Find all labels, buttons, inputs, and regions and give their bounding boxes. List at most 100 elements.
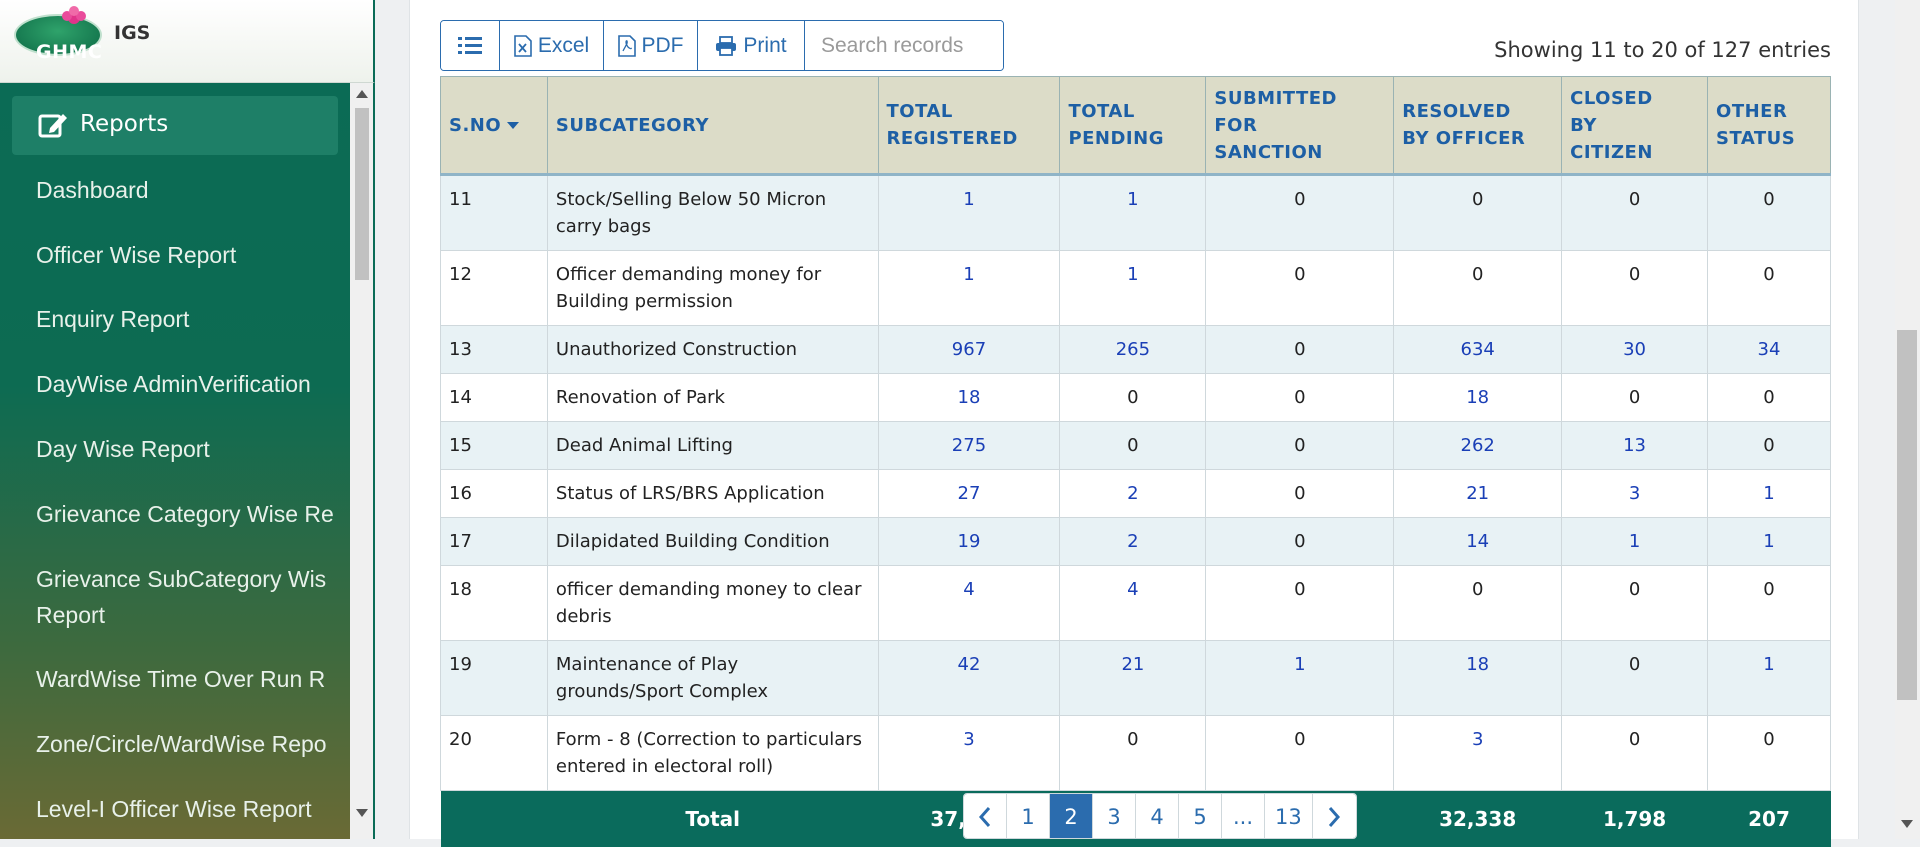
cell-total-pending[interactable]: 1 — [1059, 174, 1207, 251]
cell-closed[interactable]: 13 — [1561, 421, 1709, 470]
page-2-button[interactable]: 2 — [1050, 794, 1093, 838]
pagination: 1 2 3 4 5 ... 13 — [963, 793, 1357, 839]
sidebar-item-dashboard[interactable]: Dashboard — [36, 172, 338, 208]
sidebar-item-daywise-adminverification[interactable]: DayWise AdminVerification — [36, 366, 338, 402]
cell-resolved[interactable]: 21 — [1393, 469, 1563, 518]
page-3-button[interactable]: 3 — [1093, 794, 1136, 838]
cell-total-pending: 0 — [1059, 421, 1207, 470]
subcategory-line: Renovation of Park — [555, 387, 725, 408]
cell-total-registered[interactable]: 1 — [877, 174, 1061, 251]
sidebar-item-label-line2: Report — [36, 602, 106, 628]
list-icon — [458, 36, 482, 54]
cell-total-registered[interactable]: 42 — [877, 640, 1061, 716]
cell-total-pending: 0 — [1059, 373, 1207, 422]
page-4-button[interactable]: 4 — [1136, 794, 1179, 838]
cell-other: 0 — [1707, 715, 1831, 791]
cell-resolved[interactable]: 18 — [1393, 373, 1563, 422]
pdf-button[interactable]: PDF — [604, 21, 698, 70]
sidebar-item-officer-wise-report[interactable]: Officer Wise Report — [36, 237, 338, 273]
cell-total-pending[interactable]: 2 — [1059, 517, 1207, 566]
cell-subcategory: Unauthorized Construction — [546, 325, 879, 374]
cell-total-registered[interactable]: 19 — [877, 517, 1061, 566]
sidebar-scrollbar[interactable] — [350, 83, 375, 839]
scroll-down-icon[interactable] — [356, 809, 368, 817]
table-row: 19 Maintenance of Play grounds/Sport Compl… — [440, 640, 1831, 716]
cell-total-pending[interactable]: 2 — [1059, 469, 1207, 518]
sidebar-scroll-thumb[interactable] — [355, 108, 369, 280]
cell-closed[interactable]: 1 — [1561, 517, 1709, 566]
cell-sno: 17 — [440, 517, 548, 566]
print-label: Print — [743, 33, 787, 57]
sidebar-item-label: Grievance SubCategory Wis — [36, 566, 327, 592]
header-resolved-by-officer[interactable]: RESOLVED BY OFFICER — [1393, 76, 1563, 176]
header-total-registered[interactable]: TOTAL REGISTERED — [878, 76, 1061, 176]
cell-other[interactable]: 34 — [1707, 325, 1831, 374]
table-row: 11 Stock/Selling Below 50 Micron carry bag… — [440, 174, 1831, 251]
sidebar-item-zone-circle-wardwise[interactable]: Zone/Circle/WardWise Repo — [36, 726, 338, 762]
cell-subcategory: Renovation of Park — [546, 373, 879, 422]
page-scrollbar[interactable] — [1895, 0, 1920, 839]
header-submitted-for-sanction[interactable]: SUBMITTED FOR SANCTION — [1205, 76, 1395, 176]
page-scroll-thumb[interactable] — [1897, 330, 1917, 700]
table-row: 12 Officer demanding money for Building pe… — [440, 250, 1831, 326]
entries-info: Showing 11 to 20 of 127 entries — [1494, 38, 1831, 62]
print-button[interactable]: Print — [698, 21, 805, 70]
cell-closed[interactable]: 30 — [1561, 325, 1709, 374]
cell-submitted: 0 — [1205, 565, 1395, 641]
cell-total-registered[interactable]: 3 — [877, 715, 1061, 791]
sidebar-item-reports[interactable]: Reports — [12, 96, 338, 155]
page-13-button[interactable]: 13 — [1265, 794, 1313, 838]
header-closed-by-citizen[interactable]: CLOSED BY CITIZEN — [1561, 76, 1709, 176]
sidebar-item-grievance-category-wise[interactable]: Grievance Category Wise Re — [36, 496, 338, 532]
cell-resolved[interactable]: 18 — [1393, 640, 1563, 716]
cell-closed: 0 — [1561, 373, 1709, 422]
cell-total-pending[interactable]: 4 — [1059, 565, 1207, 641]
header-subcategory[interactable]: SUBCATEGORY — [547, 76, 879, 176]
cell-sno: 20 — [440, 715, 548, 791]
header-total-pending[interactable]: TOTAL PENDING — [1059, 76, 1207, 176]
cell-resolved[interactable]: 262 — [1393, 421, 1563, 470]
cell-total-pending[interactable]: 265 — [1059, 325, 1207, 374]
cell-subcategory: Status of LRS/BRS Application — [546, 469, 879, 518]
cell-total-registered[interactable]: 967 — [877, 325, 1061, 374]
prev-page-button[interactable] — [964, 794, 1007, 838]
sidebar-item-day-wise-report[interactable]: Day Wise Report — [36, 431, 338, 467]
sidebar-item-enquiry-report[interactable]: Enquiry Report — [36, 301, 338, 337]
cell-submitted[interactable]: 1 — [1205, 640, 1395, 716]
lotus-icon — [62, 6, 86, 24]
sidebar-item-wardwise-time-over-run[interactable]: WardWise Time Over Run R — [36, 661, 338, 697]
cell-submitted: 0 — [1205, 421, 1395, 470]
scroll-down-icon[interactable] — [1901, 820, 1913, 828]
cell-total-registered[interactable]: 4 — [877, 565, 1061, 641]
sidebar-item-level-i-officer-wise[interactable]: Level-I Officer Wise Report — [36, 791, 338, 827]
subcategory-line: Stock/Selling Below 50 Micron — [555, 189, 827, 210]
column-visibility-button[interactable] — [441, 21, 500, 70]
page-1-button[interactable]: 1 — [1007, 794, 1050, 838]
header-sno[interactable]: S.NO — [440, 76, 548, 176]
search-input[interactable] — [805, 21, 1003, 70]
page-5-button[interactable]: 5 — [1179, 794, 1222, 838]
cell-total-registered[interactable]: 275 — [877, 421, 1061, 470]
cell-other[interactable]: 1 — [1707, 640, 1831, 716]
cell-submitted: 0 — [1205, 325, 1395, 374]
cell-total-pending[interactable]: 1 — [1059, 250, 1207, 326]
scroll-up-icon[interactable] — [356, 90, 368, 98]
subcategory-line: Form - 8 (Correction to particulars — [555, 729, 863, 750]
cell-closed[interactable]: 3 — [1561, 469, 1709, 518]
cell-resolved[interactable]: 634 — [1393, 325, 1563, 374]
cell-total-registered[interactable]: 1 — [877, 250, 1061, 326]
excel-button[interactable]: Excel — [500, 21, 604, 70]
cell-other[interactable]: 1 — [1707, 517, 1831, 566]
brand-header: GHMC IGS — [0, 0, 375, 83]
header-other-status[interactable]: OTHER STATUS — [1707, 76, 1831, 176]
cell-other[interactable]: 1 — [1707, 469, 1831, 518]
next-page-button[interactable] — [1312, 794, 1356, 838]
sidebar-item-grievance-subcategory-wise[interactable]: Grievance SubCategory Wis Report — [36, 561, 338, 633]
cell-resolved[interactable]: 3 — [1393, 715, 1563, 791]
cell-total-registered[interactable]: 27 — [877, 469, 1061, 518]
cell-resolved[interactable]: 14 — [1393, 517, 1563, 566]
cell-sno: 13 — [440, 325, 548, 374]
cell-total-pending[interactable]: 21 — [1059, 640, 1207, 716]
total-label: Total — [547, 790, 879, 847]
cell-total-registered[interactable]: 18 — [877, 373, 1061, 422]
